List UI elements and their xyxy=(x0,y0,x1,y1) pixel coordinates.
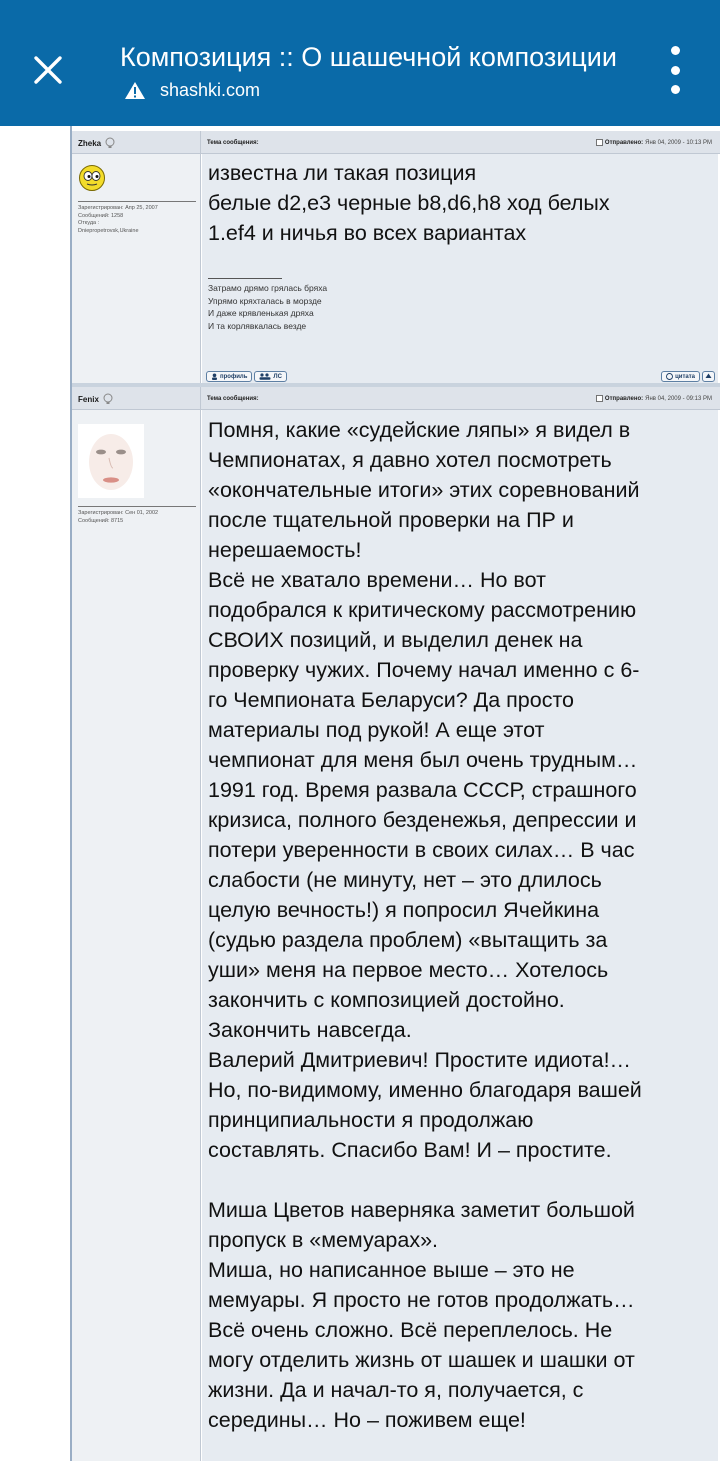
post-date: Отправлено: Янв 04, 2009 - 10:13 PM xyxy=(596,139,712,146)
browser-toolbar: Композиция :: О шашечной композиции shas… xyxy=(0,0,720,126)
profile-button[interactable]: профиль xyxy=(206,371,253,382)
face-photo-avatar xyxy=(78,424,144,498)
author-panel: Зарегистрирован: Апр 25, 2007 Сообщений:… xyxy=(72,154,201,387)
forum-post: Fenix Тема сообщения: Отправлено: Янв 04… xyxy=(72,387,720,1461)
subject-label: Тема сообщения: xyxy=(207,396,259,402)
bulb-icon xyxy=(105,137,115,148)
post-body: известна ли такая позиция белые d2,e3 че… xyxy=(202,154,718,387)
bulb-icon xyxy=(103,393,113,404)
signature-divider xyxy=(208,278,282,279)
post-date: Отправлено: Янв 04, 2009 - 09:13 PM xyxy=(596,395,712,402)
more-vert-icon xyxy=(670,46,680,55)
signature: Затрамо дрямо грялась бряха Упрямо кряхт… xyxy=(208,283,328,331)
arrow-up-icon xyxy=(705,373,712,378)
post-body: Помня, какие «судейские ляпы» я видел в … xyxy=(202,410,718,1461)
post-header: Zheka Тема сообщения: Отправлено: Янв 04… xyxy=(72,131,720,154)
quote-button[interactable]: цитата xyxy=(661,371,700,382)
pm-users-icon xyxy=(259,373,271,380)
url-row[interactable]: shashki.com xyxy=(124,78,260,102)
close-button[interactable] xyxy=(22,44,74,96)
post-actions-right: цитата xyxy=(661,371,715,382)
close-icon xyxy=(34,56,62,84)
post-icon xyxy=(596,395,603,402)
more-menu-button[interactable] xyxy=(660,46,690,94)
post-icon xyxy=(596,139,603,146)
post-author[interactable]: Zheka xyxy=(78,137,116,149)
author-info: Зарегистрирован: Сен 01, 2002 Сообщений:… xyxy=(78,506,196,525)
forum-table: Zheka Тема сообщения: Отправлено: Янв 04… xyxy=(70,126,720,1461)
subject-label: Тема сообщения: xyxy=(207,140,259,146)
url-text: shashki.com xyxy=(160,79,261,100)
post-text: Помня, какие «судейские ляпы» я видел в … xyxy=(208,418,642,1432)
author-info: Зарегистрирован: Апр 25, 2007 Сообщений:… xyxy=(78,201,196,235)
post-author[interactable]: Fenix xyxy=(78,393,114,405)
warning-icon xyxy=(125,81,145,99)
post-text: известна ли такая позиция белые d2,e3 че… xyxy=(208,161,610,245)
author-panel: Зарегистрирован: Сен 01, 2002 Сообщений:… xyxy=(72,410,201,1461)
forum-page: Zheka Тема сообщения: Отправлено: Янв 04… xyxy=(0,126,720,1461)
post-actions: профиль ЛС xyxy=(206,371,287,382)
scroll-top-button[interactable] xyxy=(702,371,715,382)
post-header: Fenix Тема сообщения: Отправлено: Янв 04… xyxy=(72,387,720,410)
quote-icon xyxy=(666,373,674,380)
forum-post: Zheka Тема сообщения: Отправлено: Янв 04… xyxy=(72,131,720,387)
smiley-avatar-icon xyxy=(79,165,105,191)
pm-button[interactable]: ЛС xyxy=(254,371,287,382)
profile-icon xyxy=(212,373,217,380)
page-title: Композиция :: О шашечной композиции xyxy=(120,42,617,72)
